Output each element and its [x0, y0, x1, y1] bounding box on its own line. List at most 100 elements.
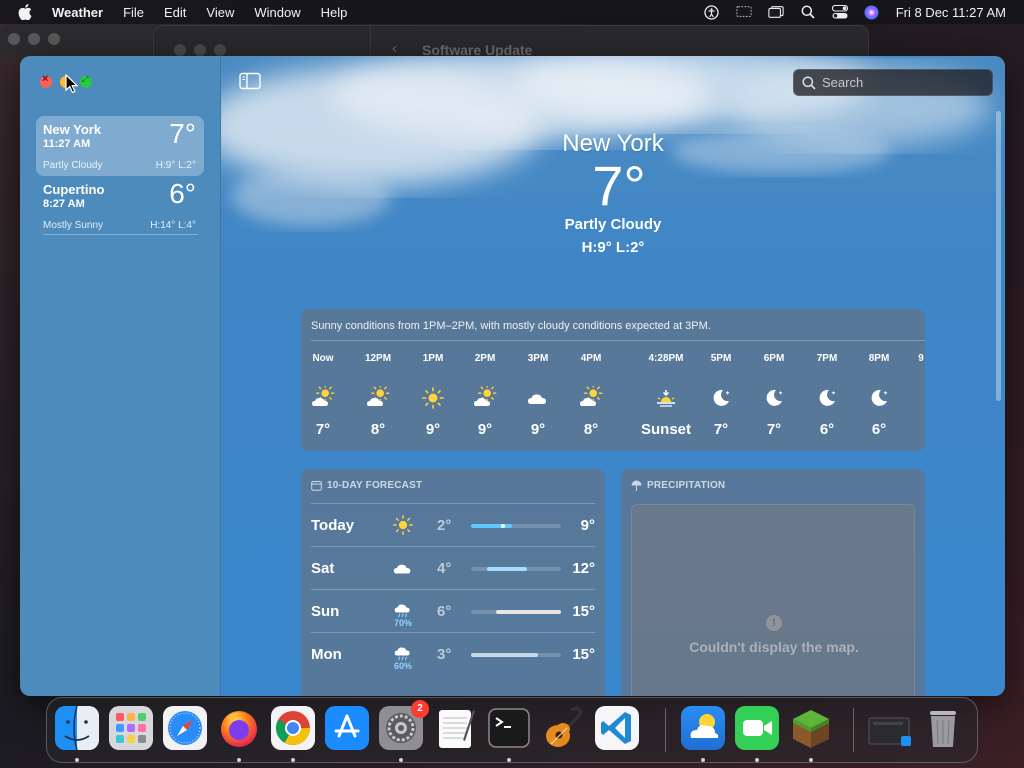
svg-text:✦: ✦	[778, 390, 783, 397]
menu-edit[interactable]: Edit	[164, 5, 186, 20]
menu-app-name[interactable]: Weather	[52, 5, 103, 20]
forecast-day: Mon	[311, 646, 342, 663]
siri-icon[interactable]	[864, 4, 880, 20]
current-temp-dot	[500, 524, 505, 528]
dock-garageband[interactable]	[541, 706, 585, 750]
dock-downloads-stack[interactable]	[867, 706, 911, 750]
forecast-row[interactable]: Mon 60% 3° 15°	[311, 632, 595, 675]
background-window-controls	[8, 33, 60, 45]
hour-column-overflow: 9	[918, 353, 924, 364]
menu-bar: Weather File Edit View Window Help Fri 8…	[0, 0, 1024, 24]
dock-finder[interactable]	[55, 705, 99, 751]
hour-value: 8°	[370, 421, 386, 438]
facetime-icon	[735, 706, 779, 750]
minecraft-grass-block-icon	[793, 710, 829, 748]
finder-icon	[55, 705, 99, 751]
current-condition: Partly Cloudy	[564, 216, 662, 233]
dock-app-store[interactable]	[325, 706, 369, 750]
hour-column: 12PM 8°	[348, 353, 408, 438]
hour-column: Now 7°	[301, 353, 353, 438]
apple-menu-icon[interactable]	[18, 4, 36, 20]
forecast-low: 3°	[437, 646, 452, 663]
menu-view[interactable]: View	[206, 5, 234, 20]
hour-column: 2PM 9°	[455, 353, 515, 438]
dock-minecraft[interactable]	[789, 706, 833, 750]
temp-range-track	[471, 610, 561, 614]
menu-clock[interactable]: Fri 8 Dec 11:27 AM	[896, 5, 1006, 20]
hour-value: 6°	[871, 421, 887, 438]
hour-icon: ✦	[744, 383, 804, 413]
hour-label: 1PM	[422, 353, 444, 364]
forecast-icon	[389, 557, 417, 585]
hourly-forecast-panel[interactable]: Sunny conditions from 1PM–2PM, with most…	[301, 309, 925, 451]
svg-text:✦: ✦	[725, 390, 730, 397]
forecast-day: Sun	[311, 603, 340, 620]
dock-safari[interactable]	[163, 706, 207, 750]
menu-help[interactable]: Help	[321, 5, 348, 20]
forecast-high: 15°	[572, 603, 595, 620]
dock-firefox[interactable]	[217, 706, 261, 750]
dock-textedit[interactable]	[433, 706, 477, 750]
zoom-button[interactable]	[80, 75, 92, 88]
forecast-low: 6°	[437, 603, 452, 620]
screen-mirroring-icon[interactable]	[736, 4, 752, 20]
dock-weather[interactable]	[681, 706, 725, 750]
precipitation-panel[interactable]: PRECIPITATION ! Couldn't display the map…	[621, 469, 925, 696]
forecast-row[interactable]: Sun 70% 6° 15°	[311, 589, 595, 632]
umbrella-icon	[631, 480, 642, 491]
location-card-cupertino[interactable]: Cupertino 8:27 AM 6° Mostly Sunny H:14° …	[36, 176, 204, 236]
hour-icon: ✦	[849, 383, 909, 413]
dock-facetime[interactable]	[735, 706, 779, 750]
ten-day-forecast-panel[interactable]: 10-DAY FORECAST Today 2° 9° Sat 4° 12° Sun 70% 6…	[301, 469, 605, 696]
dock-launchpad[interactable]	[109, 706, 153, 750]
menu-window[interactable]: Window	[254, 5, 300, 20]
hour-column: 1PM 9°	[403, 353, 463, 438]
precipitation-map[interactable]: ! Couldn't display the map.	[631, 504, 915, 696]
svg-text:✦: ✦	[883, 390, 888, 397]
dock-vscode[interactable]	[595, 706, 639, 750]
temp-range-track	[471, 524, 561, 528]
precip-chance: 60%	[393, 661, 412, 671]
forecast-icon	[389, 514, 417, 542]
safari-icon	[163, 706, 207, 750]
forecast-icon: 70%	[389, 600, 417, 628]
dock-trash[interactable]	[921, 706, 965, 750]
search-field[interactable]: Search	[793, 69, 993, 96]
cloud-icon	[528, 394, 546, 404]
forecast-row[interactable]: Sat 4° 12°	[311, 546, 595, 589]
hour-column: 8PM ✦ 6°	[849, 353, 909, 438]
location-card-new-york[interactable]: New York 11:27 AM 7° Partly Cloudy H:9° …	[36, 116, 204, 176]
sidebar-toggle-icon[interactable]	[239, 72, 261, 90]
menu-file[interactable]: File	[123, 5, 144, 20]
cloud-icon	[393, 564, 411, 574]
app-store-icon	[325, 706, 369, 750]
stage-manager-icon[interactable]	[768, 4, 784, 20]
chrome-icon	[271, 706, 315, 750]
close-button[interactable]	[40, 73, 52, 88]
moon-icon: ✦	[871, 389, 888, 406]
forecast-day: Sat	[311, 560, 335, 577]
trash-icon	[930, 711, 956, 747]
hour-column: 4PM 8°	[561, 353, 621, 438]
hour-label: 7PM	[816, 353, 838, 364]
rain-cloud-icon	[394, 647, 410, 661]
control-center-icon[interactable]	[831, 4, 848, 20]
precipitation-header: PRECIPITATION	[631, 480, 725, 491]
hour-label: 2PM	[474, 353, 496, 364]
forecast-row[interactable]: Today 2° 9°	[311, 503, 595, 546]
rain-cloud-icon	[394, 604, 410, 618]
dock-chrome[interactable]	[271, 706, 315, 750]
hour-icon	[508, 383, 568, 413]
vscode-icon	[595, 706, 639, 750]
dock-system-settings[interactable]: 2	[379, 700, 429, 750]
temp-range-bar	[471, 524, 512, 528]
spotlight-search-icon[interactable]	[800, 4, 816, 20]
hour-value: 9°	[530, 421, 546, 438]
accessibility-icon[interactable]	[704, 4, 720, 20]
info-icon: !	[766, 615, 782, 631]
dock-terminal[interactable]	[487, 706, 531, 750]
hour-value: 9°	[477, 421, 493, 438]
sun-icon	[393, 515, 413, 535]
hour-column: 5PM ✦ 7°	[691, 353, 751, 438]
current-conditions: New York 7° Partly Cloudy H:9° L:2°	[221, 130, 1005, 256]
